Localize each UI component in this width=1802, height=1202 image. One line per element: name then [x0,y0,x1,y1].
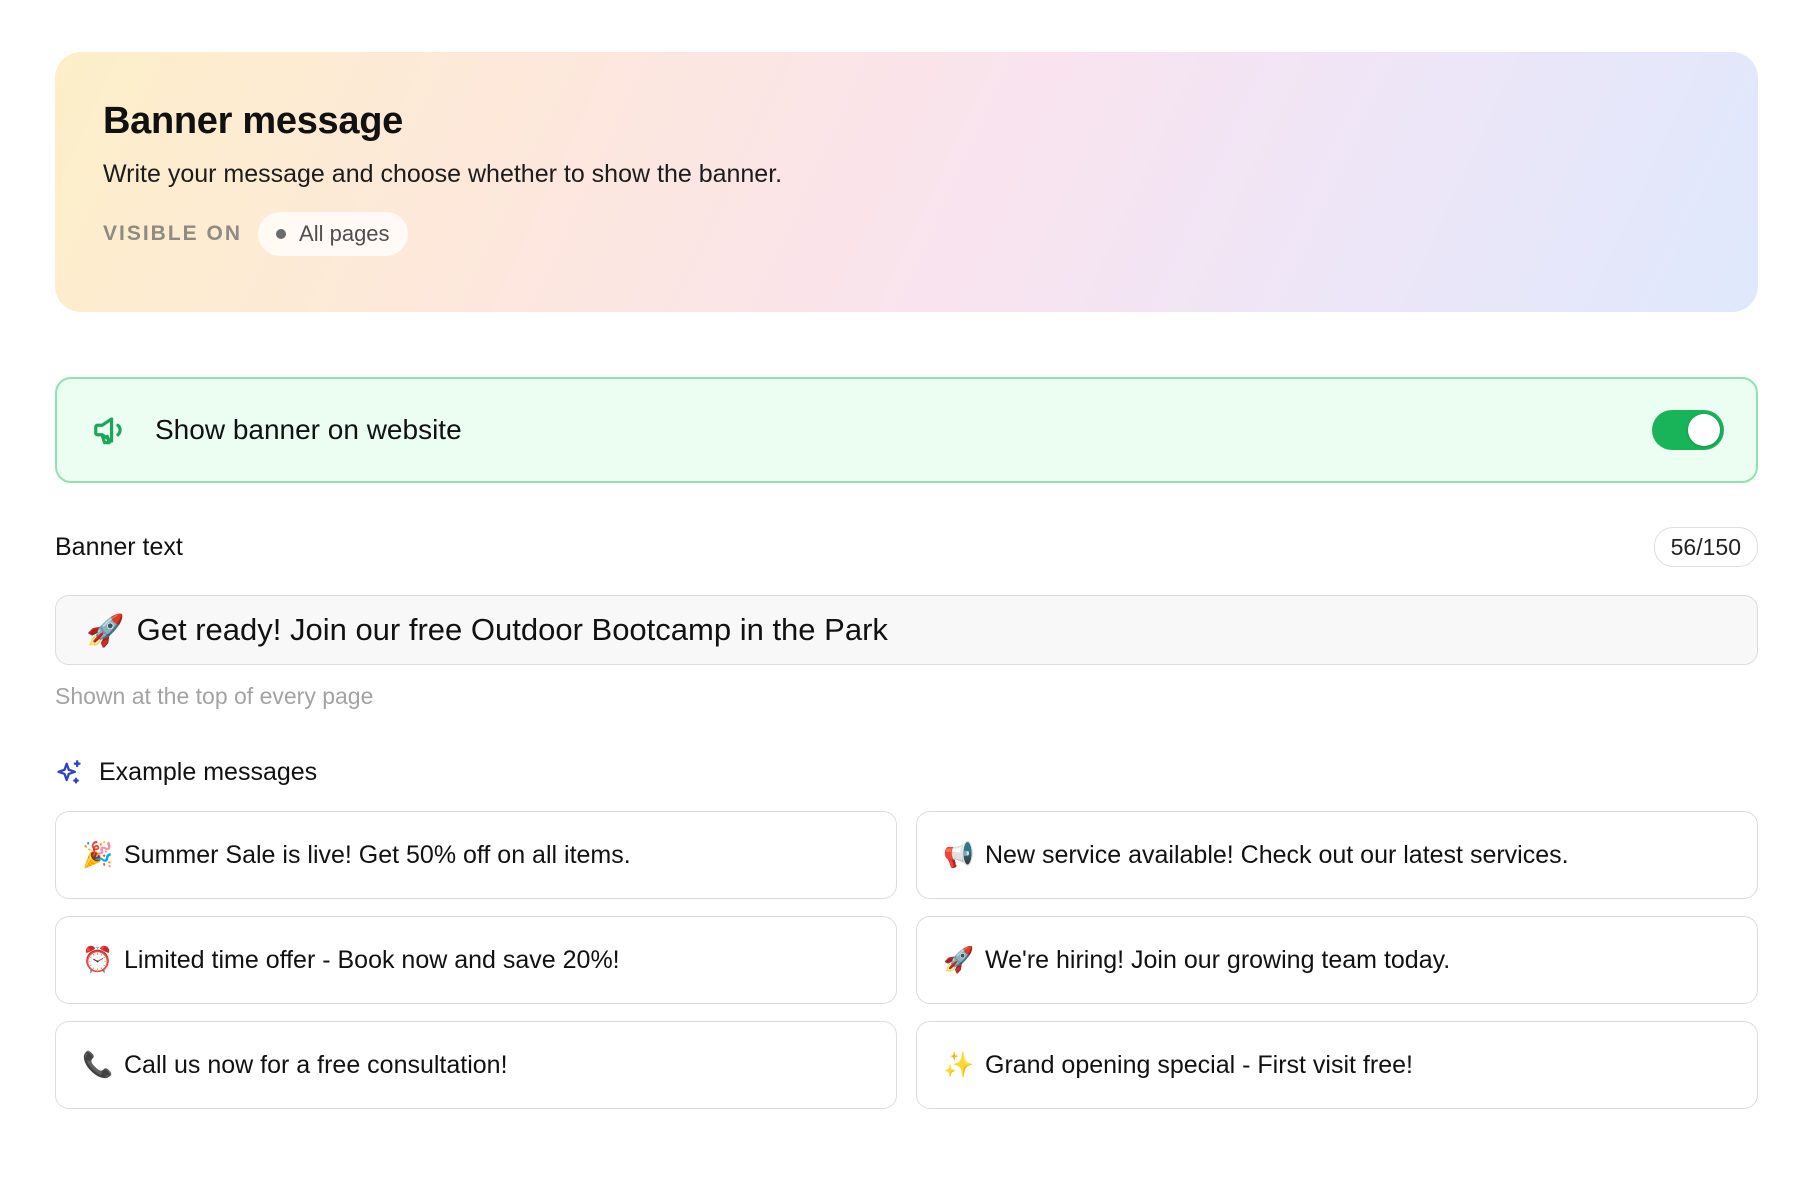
header-card: Banner message Write your message and ch… [55,52,1758,312]
show-banner-toggle-row[interactable]: Show banner on website [55,377,1758,483]
examples-header: Example messages [55,758,1758,787]
alarm-clock-icon: ⏰ [82,945,114,974]
example-message[interactable]: 📢 New service available! Check out our l… [916,811,1758,899]
visibility-badge-label: All pages [299,221,390,246]
show-banner-label: Show banner on website [155,414,462,445]
switch-knob [1688,414,1720,446]
page-subtitle: Write your message and choose whether to… [103,160,783,188]
party-popper-icon: 🎉 [82,840,114,869]
banner-settings-page: Banner message Write your message and ch… [55,52,1758,1109]
visibility-row: VISIBLE ON All pages [103,212,1710,256]
example-message-text: Summer Sale is live! Get 50% off on all … [124,840,631,869]
visibility-badge: All pages [258,212,408,256]
example-messages-grid: 🎉 Summer Sale is live! Get 50% off on al… [55,811,1758,1109]
status-dot [276,229,287,239]
example-message-text: Grand opening special - First visit free… [985,1050,1413,1079]
sparkles-icon [57,759,81,783]
banner-text-input[interactable]: 🚀 Get ready! Join our free Outdoor Bootc… [55,595,1758,665]
banner-text-value: Get ready! Join our free Outdoor Bootcam… [136,612,888,647]
character-counter: 56/150 [1653,527,1758,567]
visible-on-label: VISIBLE ON [103,222,243,245]
banner-text-label: Banner text [55,532,183,561]
banner-text-header: Banner text 56/150 [55,527,1758,567]
telephone-icon: 📞 [82,1050,114,1079]
megaphone-icon [94,417,122,445]
example-message-text: Limited time offer - Book now and save 2… [124,945,620,974]
example-message-text: New service available! Check out our lat… [985,840,1569,869]
example-message-text: Call us now for a free consultation! [124,1050,508,1079]
example-message[interactable]: 🚀 We're hiring! Join our growing team to… [916,916,1758,1004]
example-message[interactable]: ⏰ Limited time offer - Book now and save… [55,916,897,1004]
show-banner-switch[interactable] [1652,410,1724,450]
sparkles-icon: ✨ [943,1050,975,1079]
example-message-text: We're hiring! Join our growing team toda… [985,945,1451,974]
examples-title: Example messages [99,758,318,786]
page-title: Banner message [103,100,403,142]
banner-text-hint: Shown at the top of every page [55,683,374,709]
rocket-icon: 🚀 [943,945,975,974]
example-message[interactable]: 📞 Call us now for a free consultation! [55,1021,897,1109]
loudspeaker-icon: 📢 [943,840,975,869]
example-message[interactable]: ✨ Grand opening special - First visit fr… [916,1021,1758,1109]
rocket-icon: 🚀 [86,612,125,649]
example-message[interactable]: 🎉 Summer Sale is live! Get 50% off on al… [55,811,897,899]
